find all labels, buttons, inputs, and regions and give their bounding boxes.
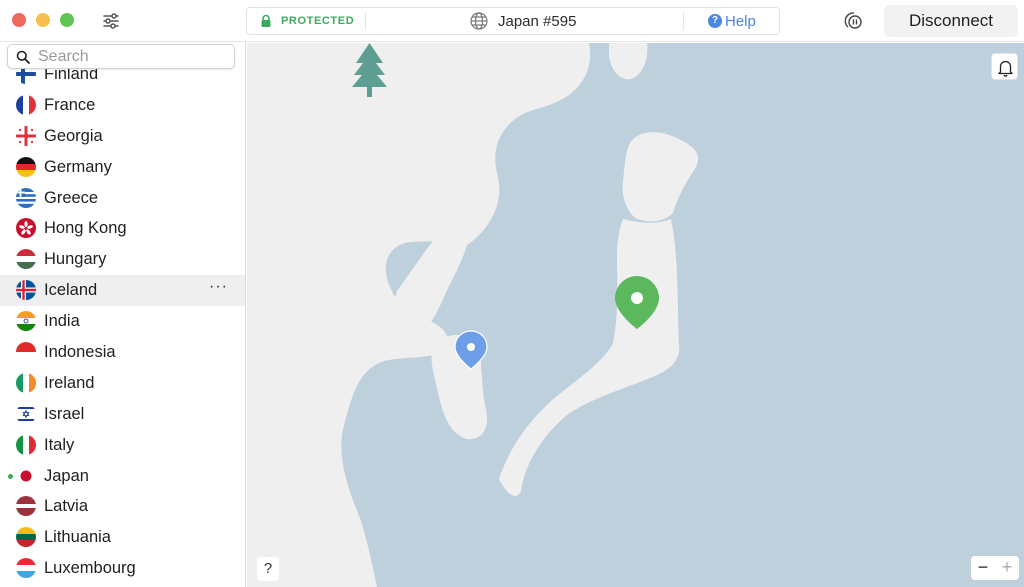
country-item-latvia[interactable]: Latvia	[0, 491, 245, 522]
hong-kong-flag-icon	[16, 218, 36, 239]
country-item-lithuania[interactable]: Lithuania	[0, 522, 245, 553]
maximize-window-button[interactable]	[60, 13, 74, 27]
country-name: Georgia	[44, 126, 103, 145]
zoom-controls: − +	[971, 556, 1019, 580]
country-name: Germany	[44, 157, 112, 176]
ireland-flag-icon	[16, 372, 36, 393]
help-link[interactable]: Help	[725, 13, 756, 30]
search-icon	[16, 50, 30, 64]
country-list: Finland France Georgia Germany Greece Ho…	[0, 59, 245, 584]
search-box[interactable]	[7, 44, 235, 69]
zoom-out-button[interactable]: −	[971, 556, 995, 580]
country-item-japan[interactable]: Japan	[0, 461, 245, 492]
divider	[683, 12, 684, 30]
country-name: Indonesia	[44, 343, 116, 362]
country-item-indonesia[interactable]: Indonesia	[0, 337, 245, 368]
georgia-flag-icon	[16, 125, 36, 146]
country-item-iceland[interactable]: Iceland ···	[0, 275, 245, 307]
israel-flag-icon	[16, 403, 36, 424]
germany-flag-icon	[16, 156, 36, 177]
france-flag-icon	[16, 94, 36, 115]
hungary-flag-icon	[16, 249, 36, 270]
country-name: Greece	[44, 188, 99, 207]
settings-sliders-icon[interactable]	[100, 10, 122, 32]
country-name: Hong Kong	[44, 219, 127, 238]
title-bar: PROTECTED Japan #595 ? Help Disconnect	[0, 0, 1024, 42]
indonesia-flag-icon	[16, 342, 36, 363]
country-name: Luxembourg	[44, 559, 136, 578]
protection-status: PROTECTED	[281, 15, 355, 27]
notifications-bell-icon[interactable]	[991, 53, 1018, 80]
connected-indicator	[8, 473, 13, 479]
greece-flag-icon	[16, 187, 36, 208]
country-name: Japan	[44, 466, 89, 485]
iceland-flag-icon	[16, 280, 36, 301]
search-input[interactable]	[38, 47, 228, 67]
country-item-luxembourg[interactable]: Luxembourg	[0, 553, 245, 584]
map-land	[247, 43, 699, 587]
minimize-window-button[interactable]	[36, 13, 50, 27]
country-sidebar: Finland France Georgia Germany Greece Ho…	[0, 42, 246, 587]
country-item-georgia[interactable]: Georgia	[0, 121, 245, 152]
country-name: France	[44, 95, 96, 114]
globe-icon	[469, 11, 489, 31]
country-item-hong-kong[interactable]: Hong Kong	[0, 213, 245, 244]
country-name: Ireland	[44, 373, 95, 392]
country-name: Latvia	[44, 497, 89, 516]
country-item-germany[interactable]: Germany	[0, 152, 245, 183]
country-item-italy[interactable]: Italy	[0, 430, 245, 461]
country-name: Hungary	[44, 250, 107, 269]
country-item-ireland[interactable]: Ireland	[0, 368, 245, 399]
italy-flag-icon	[16, 434, 36, 455]
country-name: Lithuania	[44, 528, 111, 547]
country-name: Iceland	[44, 281, 98, 300]
divider	[365, 12, 366, 30]
map-view[interactable]: ? − +	[247, 43, 1024, 587]
map-help-button[interactable]: ?	[257, 557, 279, 581]
country-name: Israel	[44, 404, 85, 423]
close-window-button[interactable]	[12, 13, 26, 27]
country-name: Italy	[44, 435, 75, 454]
country-item-india[interactable]: India	[0, 306, 245, 337]
country-item-greece[interactable]: Greece	[0, 183, 245, 214]
current-server-label[interactable]: Japan #595	[498, 13, 576, 30]
disconnect-button[interactable]: Disconnect	[884, 5, 1018, 37]
country-item-france[interactable]: France	[0, 90, 245, 121]
connection-status-bar: PROTECTED Japan #595 ? Help	[246, 7, 780, 35]
luxembourg-flag-icon	[16, 558, 36, 579]
lithuania-flag-icon	[16, 527, 36, 548]
more-options-button[interactable]: ···	[209, 278, 228, 296]
country-item-hungary[interactable]: Hungary	[0, 244, 245, 275]
help-icon[interactable]: ?	[708, 14, 722, 28]
lock-icon	[259, 14, 273, 28]
zoom-in-button[interactable]: +	[995, 556, 1019, 580]
pause-connection-icon[interactable]	[842, 9, 866, 33]
japan-flag-icon	[16, 465, 36, 486]
latvia-flag-icon	[16, 496, 36, 517]
country-name: India	[44, 312, 80, 331]
country-item-israel[interactable]: Israel	[0, 399, 245, 430]
india-flag-icon	[16, 311, 36, 332]
